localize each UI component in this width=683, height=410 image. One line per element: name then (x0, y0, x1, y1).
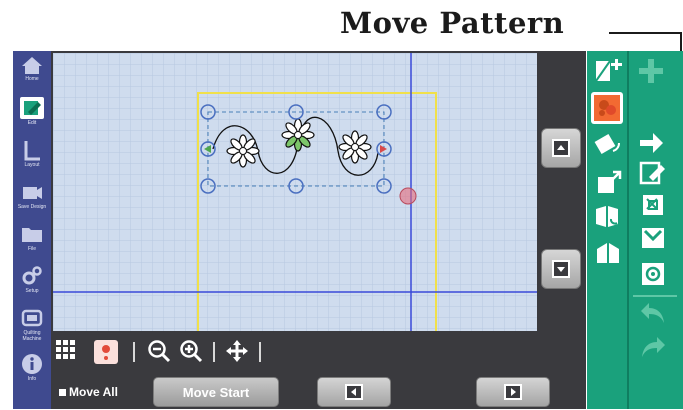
sidebar-item-label: Layout (24, 162, 40, 168)
sidebar-item-file[interactable]: File (15, 221, 49, 261)
right-tool-panel (587, 51, 683, 409)
next-arrow-icon[interactable] (637, 129, 665, 162)
zoom-out-icon[interactable] (147, 339, 171, 368)
sidebar-item-label: Edit (27, 120, 37, 126)
sidebar-item-save-design[interactable]: Save Design (15, 179, 49, 219)
panel-separator (633, 295, 677, 297)
toolbar-divider (259, 342, 261, 362)
previous-button[interactable] (317, 377, 391, 407)
pattern-thumbnail-icon[interactable] (93, 339, 119, 370)
callout-title: Move Pattern (340, 6, 565, 40)
stitch-icon[interactable] (639, 223, 667, 256)
toolbar-divider (213, 342, 215, 362)
canvas-toolbar (53, 336, 353, 366)
layout-icon (24, 141, 40, 161)
sidebar-item-edit[interactable]: Edit (15, 95, 49, 135)
sidebar-item-home[interactable]: Home (15, 53, 49, 93)
move-handle (399, 187, 417, 205)
sidebar-item-info[interactable]: Info (15, 351, 49, 391)
move-start-button[interactable]: Move Start (153, 377, 279, 407)
resize-pattern-icon[interactable] (593, 169, 623, 202)
redo-icon[interactable] (639, 335, 667, 364)
sidebar-item-label: Setup (25, 288, 39, 294)
edit-pattern-icon[interactable] (639, 159, 667, 192)
flip-pattern-icon[interactable] (593, 203, 623, 236)
machine-icon (21, 309, 43, 327)
sidebar-item-label: Home (25, 76, 39, 82)
next-button[interactable] (476, 377, 550, 407)
canvas-grid (53, 53, 537, 331)
scroll-up-button[interactable] (541, 128, 581, 168)
sidebar-item-label: Info (27, 376, 37, 382)
app-window: Home Edit Layout Save Design File Setup … (13, 51, 586, 409)
callout-line (609, 32, 682, 34)
right-arrow-icon (504, 384, 522, 400)
left-arrow-icon (345, 384, 363, 400)
toolbar-divider (133, 342, 135, 362)
move-all-checkbox[interactable] (59, 389, 66, 397)
camera-icon (23, 187, 42, 199)
left-sidebar: Home Edit Layout Save Design File Setup … (13, 51, 51, 409)
grid-icon[interactable] (55, 339, 77, 366)
flower-motif-2 (281, 118, 315, 152)
zoom-in-icon[interactable] (179, 339, 203, 368)
flower-motif-3 (338, 130, 372, 164)
crop-icon[interactable] (639, 191, 667, 224)
move-all-label: Move All (69, 385, 118, 399)
move-pattern-icon[interactable] (590, 91, 624, 130)
down-arrow-icon (552, 260, 570, 278)
add-pattern-icon[interactable] (593, 57, 623, 90)
add-icon[interactable] (637, 57, 665, 90)
sidebar-item-label: Quilting Machine (22, 330, 42, 342)
scroll-down-button[interactable] (541, 249, 581, 289)
up-arrow-icon (552, 139, 570, 157)
edit-icon (20, 97, 44, 119)
sidebar-item-label: File (27, 246, 37, 252)
move-all-option[interactable]: Move All (59, 385, 118, 399)
sidebar-item-label: Save Design (17, 204, 47, 210)
rotate-pattern-icon[interactable] (593, 131, 623, 164)
pan-icon[interactable] (225, 339, 249, 368)
panel-divider (627, 51, 629, 409)
settings-icon[interactable] (639, 259, 667, 292)
sidebar-item-setup[interactable]: Setup (15, 263, 49, 303)
info-icon (22, 354, 42, 374)
mirror-pattern-icon[interactable] (593, 239, 623, 272)
sidebar-item-layout[interactable]: Layout (15, 137, 49, 177)
gears-icon (22, 266, 42, 285)
flower-motif-1 (226, 134, 260, 168)
sidebar-item-quilting-machine[interactable]: Quilting Machine (15, 305, 49, 345)
home-icon (22, 57, 42, 74)
undo-icon[interactable] (639, 301, 667, 330)
folder-icon (22, 228, 42, 242)
design-canvas[interactable] (53, 53, 537, 331)
